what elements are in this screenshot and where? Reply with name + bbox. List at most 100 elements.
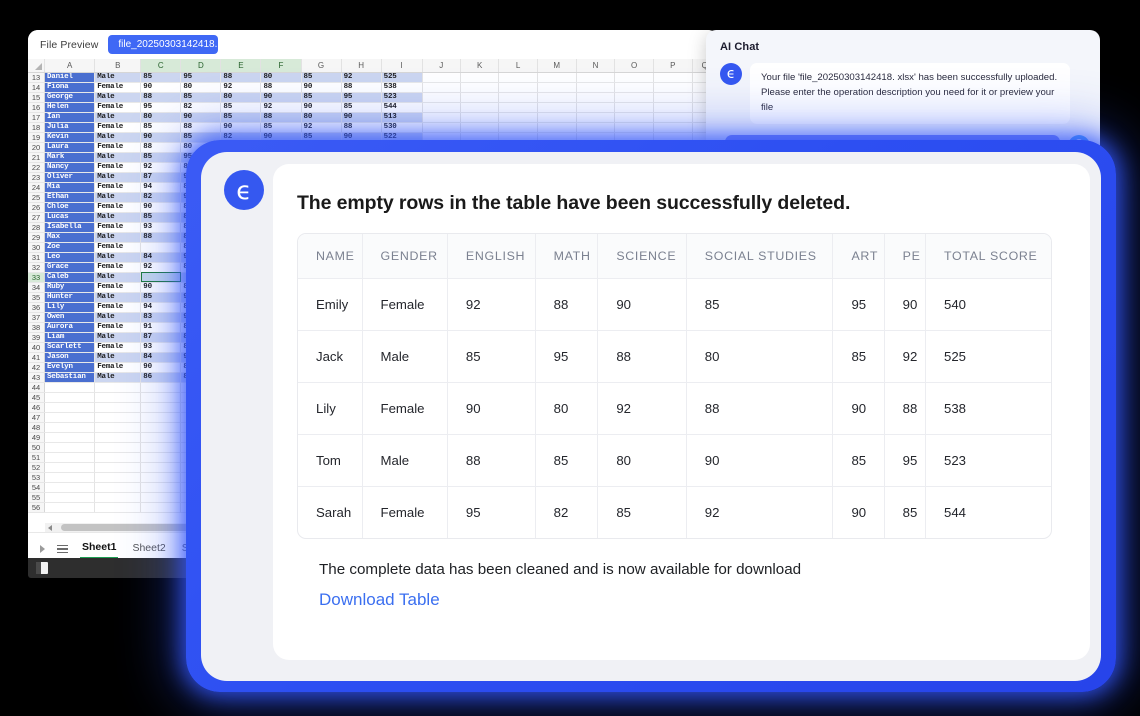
spreadsheet-row[interactable]: 15 George Male 88 85 80 90 85 95 523 (28, 92, 718, 103)
grid-cell[interactable] (576, 112, 616, 123)
grid-cell[interactable]: Caleb (44, 272, 96, 283)
row-header-41[interactable]: 41 (28, 352, 45, 363)
grid-cell[interactable]: Hunter (44, 292, 96, 303)
column-header-N[interactable]: N (576, 59, 616, 73)
grid-cell[interactable] (94, 492, 142, 503)
row-header-28[interactable]: 28 (28, 222, 45, 233)
row-header-54[interactable]: 54 (28, 482, 45, 493)
grid-cell[interactable]: 85 (140, 212, 182, 223)
grid-cell[interactable]: Male (94, 172, 142, 183)
grid-cell[interactable]: 90 (301, 102, 342, 113)
grid-cell[interactable] (653, 102, 693, 113)
row-header-30[interactable]: 30 (28, 242, 45, 253)
grid-cell[interactable]: 80 (140, 112, 182, 123)
grid-cell[interactable]: 85 (220, 102, 262, 113)
grid-cell[interactable]: 85 (140, 152, 182, 163)
grid-cell[interactable]: Max (44, 232, 96, 243)
row-header-13[interactable]: 13 (28, 72, 45, 83)
sheet-next-arrow-icon[interactable] (40, 545, 45, 553)
grid-cell[interactable]: Female (94, 222, 142, 233)
grid-cell[interactable] (653, 72, 693, 83)
grid-cell[interactable] (44, 462, 96, 473)
grid-cell[interactable]: 84 (140, 352, 182, 363)
column-header-O[interactable]: O (614, 59, 655, 73)
grid-cell[interactable]: Female (94, 102, 142, 113)
row-header-48[interactable]: 48 (28, 422, 45, 433)
grid-cell[interactable] (44, 382, 96, 393)
grid-cell[interactable] (614, 92, 655, 103)
grid-cell[interactable]: Female (94, 202, 142, 213)
grid-cell[interactable]: Lucas (44, 212, 96, 223)
grid-cell[interactable]: Grace (44, 262, 96, 273)
grid-cell[interactable]: Lily (44, 302, 96, 313)
grid-cell[interactable] (614, 112, 655, 123)
grid-cell[interactable] (498, 72, 538, 83)
grid-cell[interactable]: 95 (341, 92, 382, 103)
grid-cell[interactable]: 93 (140, 342, 182, 353)
spreadsheet-row[interactable]: 18 Julia Female 85 88 90 85 92 88 530 (28, 122, 718, 133)
row-header-38[interactable]: 38 (28, 322, 45, 333)
grid-cell[interactable] (460, 82, 500, 93)
grid-cell[interactable] (653, 112, 693, 123)
grid-cell[interactable] (44, 442, 96, 453)
grid-cell[interactable]: Evelyn (44, 362, 96, 373)
grid-cell[interactable] (460, 112, 500, 123)
grid-cell[interactable] (614, 102, 655, 113)
grid-cell[interactable] (498, 102, 538, 113)
grid-cell[interactable] (576, 82, 616, 93)
grid-cell[interactable]: 86 (140, 372, 182, 383)
grid-cell[interactable]: 85 (260, 122, 302, 133)
grid-cell[interactable]: 94 (140, 302, 182, 313)
grid-cell[interactable]: 88 (140, 232, 182, 243)
scroll-left-arrow-icon[interactable] (48, 525, 52, 531)
grid-cell[interactable]: 544 (381, 102, 423, 113)
download-table-link[interactable]: Download Table (319, 590, 440, 610)
grid-cell[interactable] (140, 242, 182, 253)
grid-cell[interactable] (140, 272, 182, 283)
row-header-40[interactable]: 40 (28, 342, 45, 353)
row-header-42[interactable]: 42 (28, 362, 45, 373)
row-header-22[interactable]: 22 (28, 162, 45, 173)
grid-cell[interactable]: 80 (260, 72, 302, 83)
grid-cell[interactable]: 90 (140, 132, 182, 143)
grid-cell[interactable] (140, 442, 182, 453)
grid-cell[interactable]: 90 (140, 282, 182, 293)
grid-cell[interactable]: 85 (140, 292, 182, 303)
grid-cell[interactable] (44, 422, 96, 433)
grid-cell[interactable] (140, 472, 182, 483)
grid-cell[interactable]: Fiona (44, 82, 96, 93)
grid-cell[interactable]: 82 (140, 192, 182, 203)
row-header-53[interactable]: 53 (28, 472, 45, 483)
row-header-26[interactable]: 26 (28, 202, 45, 213)
grid-cell[interactable]: 92 (220, 82, 262, 93)
grid-cell[interactable] (537, 122, 577, 133)
grid-cell[interactable]: Owen (44, 312, 96, 323)
grid-cell[interactable]: 93 (140, 222, 182, 233)
grid-cell[interactable]: Female (94, 122, 142, 133)
grid-cell[interactable] (576, 92, 616, 103)
grid-cell[interactable]: Mia (44, 182, 96, 193)
grid-cell[interactable] (94, 402, 142, 413)
grid-cell[interactable]: Male (94, 132, 142, 143)
grid-cell[interactable] (460, 92, 500, 103)
grid-cell[interactable] (140, 502, 182, 513)
grid-cell[interactable] (94, 472, 142, 483)
grid-cell[interactable]: George (44, 92, 96, 103)
grid-cell[interactable] (44, 432, 96, 443)
grid-cell[interactable] (537, 92, 577, 103)
grid-cell[interactable]: Male (94, 352, 142, 363)
row-header-50[interactable]: 50 (28, 442, 45, 453)
grid-cell[interactable]: 85 (301, 92, 342, 103)
grid-cell[interactable]: Ian (44, 112, 96, 123)
grid-cell[interactable]: 88 (260, 82, 302, 93)
spreadsheet-row[interactable]: 14 Fiona Female 90 80 92 88 90 88 538 (28, 82, 718, 93)
grid-cell[interactable]: 90 (260, 92, 302, 103)
column-header-E[interactable]: E (220, 59, 262, 73)
grid-cell[interactable]: Male (94, 212, 142, 223)
row-header-39[interactable]: 39 (28, 332, 45, 343)
grid-cell[interactable]: 92 (260, 102, 302, 113)
spreadsheet-row[interactable]: 16 Helen Female 95 82 85 92 90 85 544 (28, 102, 718, 113)
row-header-15[interactable]: 15 (28, 92, 45, 103)
grid-cell[interactable]: 84 (140, 252, 182, 263)
sheet-tab-2[interactable]: Sheet2 (130, 540, 167, 558)
